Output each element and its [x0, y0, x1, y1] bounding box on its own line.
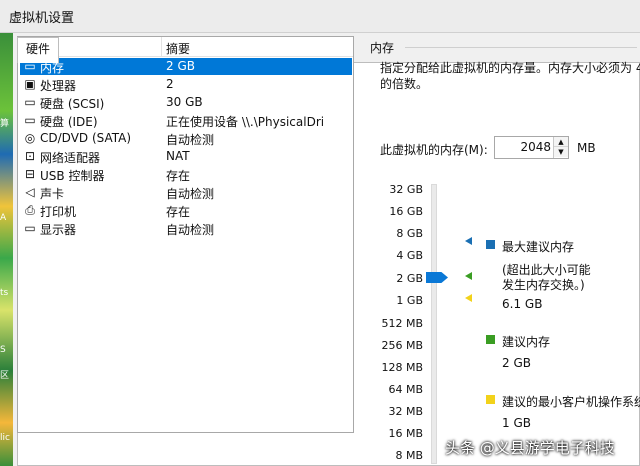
max-legend-square — [486, 240, 495, 249]
device-row-sound[interactable]: ◁ 声卡 自动检测 — [20, 184, 352, 201]
speaker-icon: ◁ — [25, 185, 35, 199]
tab-hardware[interactable]: 硬件 — [17, 37, 59, 63]
memory-slider-thumb[interactable] — [426, 272, 448, 283]
memory-slider-track[interactable] — [431, 184, 437, 464]
scale-label: 256 MB — [381, 339, 423, 352]
max-legend-note: 发生内存交换。) — [502, 278, 585, 292]
scale-label: 16 GB — [389, 205, 423, 218]
device-name: USB 控制器 — [40, 169, 105, 183]
device-name: 硬盘 (IDE) — [40, 115, 98, 129]
processor-icon: ▣ — [24, 77, 36, 91]
device-row-network[interactable]: ⊡ 网络适配器 NAT — [20, 148, 352, 165]
scale-label: 128 MB — [381, 361, 423, 374]
scale-label: 16 MB — [388, 427, 423, 440]
memory-description: 指定分配给此虚拟机的内存量。内存大小必须为 4 的倍数。 — [380, 60, 640, 92]
group-divider — [405, 47, 637, 48]
display-icon: ▭ — [24, 221, 36, 235]
recommended-legend-title: 建议内存 — [502, 335, 551, 349]
max-legend-value: 6.1 GB — [502, 297, 543, 311]
description-line: 指定分配给此虚拟机的内存量。内存大小必须为 4 — [380, 61, 640, 75]
device-summary: 存在 — [166, 205, 191, 219]
device-name: 硬盘 (SCSI) — [40, 97, 105, 111]
recommended-legend-square — [486, 335, 495, 344]
cd-icon: ◎ — [24, 131, 36, 145]
device-list: 设备 摘要 ▭ 内存 2 GB ▣ 处理器 2 ▭ 硬盘 (SCSI) 30 G… — [17, 36, 354, 433]
scale-label: 8 MB — [395, 449, 423, 462]
watermark: 头条 @义县游学电子科技 — [445, 439, 615, 457]
device-summary: 2 — [166, 77, 174, 91]
minimum-legend-square — [486, 395, 495, 404]
memory-settings-panel: 内存 指定分配给此虚拟机的内存量。内存大小必须为 4 的倍数。 此虚拟机的内存(… — [365, 36, 640, 464]
scale-label: 32 GB — [389, 183, 423, 196]
scale-label: 64 MB — [388, 383, 423, 396]
minimum-marker — [465, 294, 472, 302]
scale-label: 4 GB — [396, 249, 423, 262]
device-summary: 2 GB — [166, 59, 195, 73]
scale-label: 1 GB — [396, 294, 423, 307]
scale-label: 32 MB — [388, 405, 423, 418]
desktop-fragment: lic — [0, 433, 10, 443]
minimum-legend-value: 1 GB — [502, 416, 531, 430]
device-name: 打印机 — [40, 205, 77, 219]
device-summary: 自动检测 — [166, 133, 215, 147]
memory-spinbox[interactable]: 2048 ▲ ▼ — [494, 136, 569, 159]
device-row-disk-ide[interactable]: ▭ 硬盘 (IDE) 正在使用设备 \\.\PhysicalDri — [20, 112, 352, 129]
device-summary: NAT — [166, 149, 190, 163]
column-separator[interactable] — [161, 37, 162, 57]
printer-icon: ⎙ — [25, 203, 35, 217]
disk-icon: ▭ — [24, 113, 36, 127]
memory-value-input[interactable]: 2048 — [495, 140, 551, 154]
device-name: CD/DVD (SATA) — [40, 131, 132, 145]
scale-label: 2 GB — [396, 272, 423, 285]
spin-down-icon[interactable]: ▼ — [554, 147, 568, 157]
device-row-memory[interactable]: ▭ 内存 2 GB — [20, 58, 352, 75]
recommended-marker — [465, 272, 472, 280]
spin-buttons: ▲ ▼ — [553, 137, 568, 158]
device-summary: 存在 — [166, 169, 191, 183]
device-row-display[interactable]: ▭ 显示器 自动检测 — [20, 220, 352, 237]
desktop-fragment: 区 — [0, 371, 10, 381]
recommended-legend-value: 2 GB — [502, 356, 531, 370]
device-row-disk-scsi[interactable]: ▭ 硬盘 (SCSI) 30 GB — [20, 94, 352, 111]
window-title: 虚拟机设置 — [9, 11, 75, 26]
network-icon: ⊡ — [24, 149, 36, 163]
column-header-summary[interactable]: 摘要 — [166, 40, 190, 57]
memory-unit: MB — [577, 141, 596, 155]
max-legend-title: 最大建议内存 — [502, 240, 575, 254]
max-recommended-marker — [465, 237, 472, 245]
device-name: 显示器 — [40, 223, 77, 237]
minimum-legend-title: 建议的最小客户机操作系统 — [502, 395, 640, 409]
device-summary: 正在使用设备 \\.\PhysicalDri — [166, 115, 325, 129]
device-name: 声卡 — [40, 187, 65, 201]
memory-field-label: 此虚拟机的内存(M): — [380, 143, 488, 157]
disk-icon: ▭ — [24, 95, 36, 109]
desktop-fragment: ts — [0, 288, 9, 298]
device-summary: 自动检测 — [166, 187, 215, 201]
device-name: 网络适配器 — [40, 151, 101, 165]
device-row-usb[interactable]: ⊟ USB 控制器 存在 — [20, 166, 352, 183]
usb-icon: ⊟ — [24, 167, 36, 181]
device-row-cd-dvd[interactable]: ◎ CD/DVD (SATA) 自动检测 — [20, 130, 352, 147]
memory-group-title: 内存 — [370, 41, 395, 55]
desktop-background-strip: 算 A ts S 区 lic — [0, 33, 13, 466]
scale-label: 512 MB — [381, 317, 423, 330]
desktop-fragment: A — [0, 213, 7, 223]
spin-up-icon[interactable]: ▲ — [554, 137, 568, 147]
desktop-fragment: S — [0, 345, 6, 355]
device-row-processor[interactable]: ▣ 处理器 2 — [20, 76, 352, 93]
desktop-fragment: 算 — [0, 119, 10, 129]
device-summary: 30 GB — [166, 95, 203, 109]
device-row-printer[interactable]: ⎙ 打印机 存在 — [20, 202, 352, 219]
device-name: 处理器 — [40, 79, 77, 93]
description-line: 的倍数。 — [380, 77, 429, 91]
scale-label: 8 GB — [396, 227, 423, 240]
device-summary: 自动检测 — [166, 223, 215, 237]
device-list-header: 设备 摘要 — [18, 37, 353, 57]
title-bar: 虚拟机设置 — [0, 0, 640, 33]
